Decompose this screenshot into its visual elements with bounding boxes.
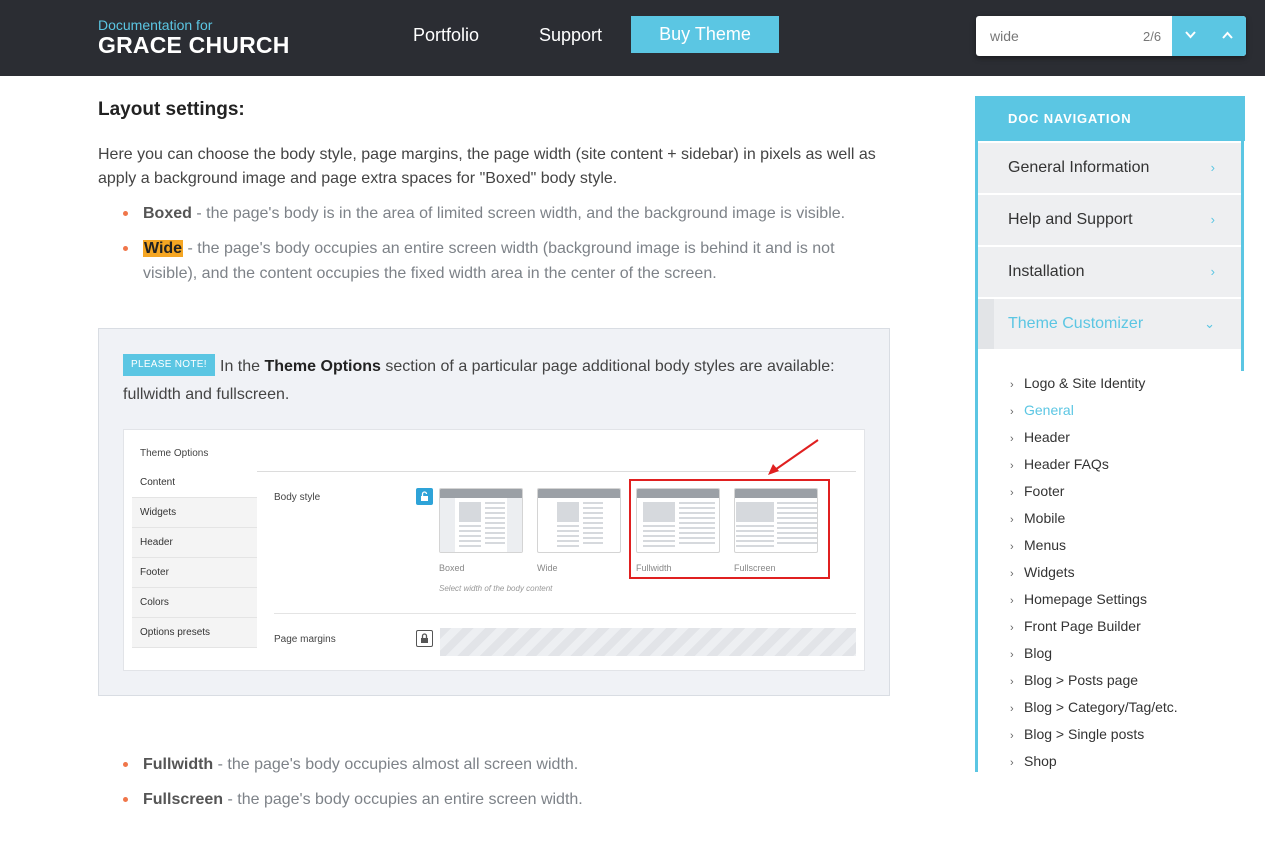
find-input[interactable]: [976, 16, 1136, 56]
sub-item-shop[interactable]: › Shop: [1010, 752, 1057, 772]
note-text-before: In the: [220, 358, 265, 375]
note-text-bold: Theme Options: [264, 358, 381, 375]
sub-item-footer[interactable]: › Footer: [1010, 482, 1064, 502]
sub-item-widgets[interactable]: › Widgets: [1010, 563, 1075, 583]
shot-hint: Select width of the body content: [439, 584, 553, 593]
sub-item-header[interactable]: › Header: [1010, 428, 1070, 448]
body-style-label: Body style: [274, 492, 321, 503]
chevron-down-icon: [1185, 31, 1196, 39]
shot-menu-footer: Footer: [132, 558, 257, 588]
shot-menu-content: Content: [132, 468, 257, 498]
thumb-boxed: [439, 488, 523, 553]
chevron-right-icon: ›: [1210, 264, 1215, 279]
sub-item-front-page-builder[interactable]: › Front Page Builder: [1010, 617, 1141, 637]
lock-icon: [416, 630, 433, 647]
bullet-text: - the page's body occupies almost all sc…: [213, 756, 579, 773]
sub-item-blog-single-posts[interactable]: › Blog > Single posts: [1010, 725, 1144, 745]
logo-subtitle: Documentation for: [98, 17, 213, 33]
sub-item-blog-posts-page[interactable]: › Blog > Posts page: [1010, 671, 1138, 691]
logo-title: GRACE CHURCH: [98, 32, 290, 58]
red-arrow-icon: [768, 439, 819, 475]
section-heading: Layout settings:: [98, 99, 245, 120]
disabled-field: [440, 628, 856, 656]
sidebar-item-general-information[interactable]: General Information ›: [978, 143, 1241, 193]
bullet-term: Fullwidth: [143, 756, 214, 773]
chevron-up-icon: [1222, 31, 1233, 39]
sidebar-item-label: Help and Support: [1008, 211, 1133, 228]
divider: [274, 613, 856, 614]
shot-menu-header: Header: [132, 528, 257, 558]
unlock-icon: [416, 488, 433, 505]
theme-options-screenshot: Theme Options Content Widgets Header Foo…: [123, 429, 865, 671]
sub-item-general[interactable]: › General: [1010, 401, 1074, 421]
bullet-text: - the page's body is in the area of limi…: [191, 205, 846, 222]
bullet-term: Boxed: [143, 205, 192, 222]
shot-title: Theme Options: [140, 448, 209, 459]
bullet-term-highlighted: Wide: [143, 240, 184, 257]
chevron-right-icon: ›: [1210, 212, 1215, 227]
shot-menu-widgets: Widgets: [132, 498, 257, 528]
nav-support[interactable]: Support: [539, 24, 602, 46]
find-bar: [976, 16, 1246, 56]
page-margins-label: Page margins: [274, 634, 336, 645]
list-item: Fullwidth - the page's body occupies alm…: [123, 752, 883, 777]
bullet-text: - the page's body occupies an entire scr…: [143, 240, 835, 282]
sub-item-logo-site-identity[interactable]: › Logo & Site Identity: [1010, 374, 1145, 394]
shot-menu-colors: Colors: [132, 588, 257, 618]
note-text: In the Theme Options section of a partic…: [123, 353, 863, 409]
list-item: Fullscreen - the page's body occupies an…: [123, 787, 883, 812]
sub-item-homepage-settings[interactable]: › Homepage Settings: [1010, 590, 1147, 610]
sidebar-item-label: Theme Customizer: [1008, 315, 1144, 332]
find-match-count: 2/6: [1143, 29, 1162, 44]
sidebar-item-label: Installation: [1008, 263, 1085, 280]
sub-item-menus[interactable]: › Menus: [1010, 536, 1066, 556]
list-item: Boxed - the page's body is in the area o…: [123, 201, 883, 226]
note-box: PLEASE NOTE! In the Theme Options sectio…: [98, 328, 890, 696]
sidebar-item-installation[interactable]: Installation ›: [978, 247, 1241, 297]
chevron-right-icon: ›: [1210, 160, 1215, 175]
find-next-button[interactable]: [1172, 16, 1209, 56]
bullet-term: Fullscreen: [143, 791, 224, 808]
sidebar-item-help-and-support[interactable]: Help and Support ›: [978, 195, 1241, 245]
caption-boxed: Boxed: [439, 563, 465, 573]
sidebar-item-label: General Information: [1008, 159, 1150, 176]
sub-item-mobile[interactable]: › Mobile: [1010, 509, 1065, 529]
sub-item-blog-category[interactable]: › Blog > Category/Tag/etc.: [1010, 698, 1178, 718]
intro-paragraph: Here you can choose the body style, page…: [98, 146, 876, 187]
nav-rail-right: [1241, 141, 1244, 371]
nav-portfolio[interactable]: Portfolio: [413, 24, 479, 46]
find-prev-button[interactable]: [1209, 16, 1246, 56]
highlight-box: [629, 479, 830, 579]
thumb-wide: [537, 488, 621, 553]
bullet-text: - the page's body occupies an entire scr…: [223, 791, 583, 808]
doc-nav-title: DOC NAVIGATION: [975, 96, 1245, 141]
sub-item-blog[interactable]: › Blog: [1010, 644, 1052, 664]
sidebar-item-theme-customizer[interactable]: Theme Customizer ⌄: [978, 299, 1241, 349]
site-logo[interactable]: Documentation for GRACE CHURCH: [98, 17, 290, 57]
chevron-down-icon: ⌄: [1204, 316, 1215, 331]
sub-item-header-faqs[interactable]: › Header FAQs: [1010, 455, 1109, 475]
shot-menu-options-presets: Options presets: [132, 618, 257, 648]
list-item: Wide - the page's body occupies an entir…: [123, 236, 883, 286]
caption-wide: Wide: [537, 563, 558, 573]
doc-navigation: DOC NAVIGATION General Information › Hel…: [975, 96, 1245, 772]
buy-theme-button[interactable]: Buy Theme: [631, 16, 779, 53]
